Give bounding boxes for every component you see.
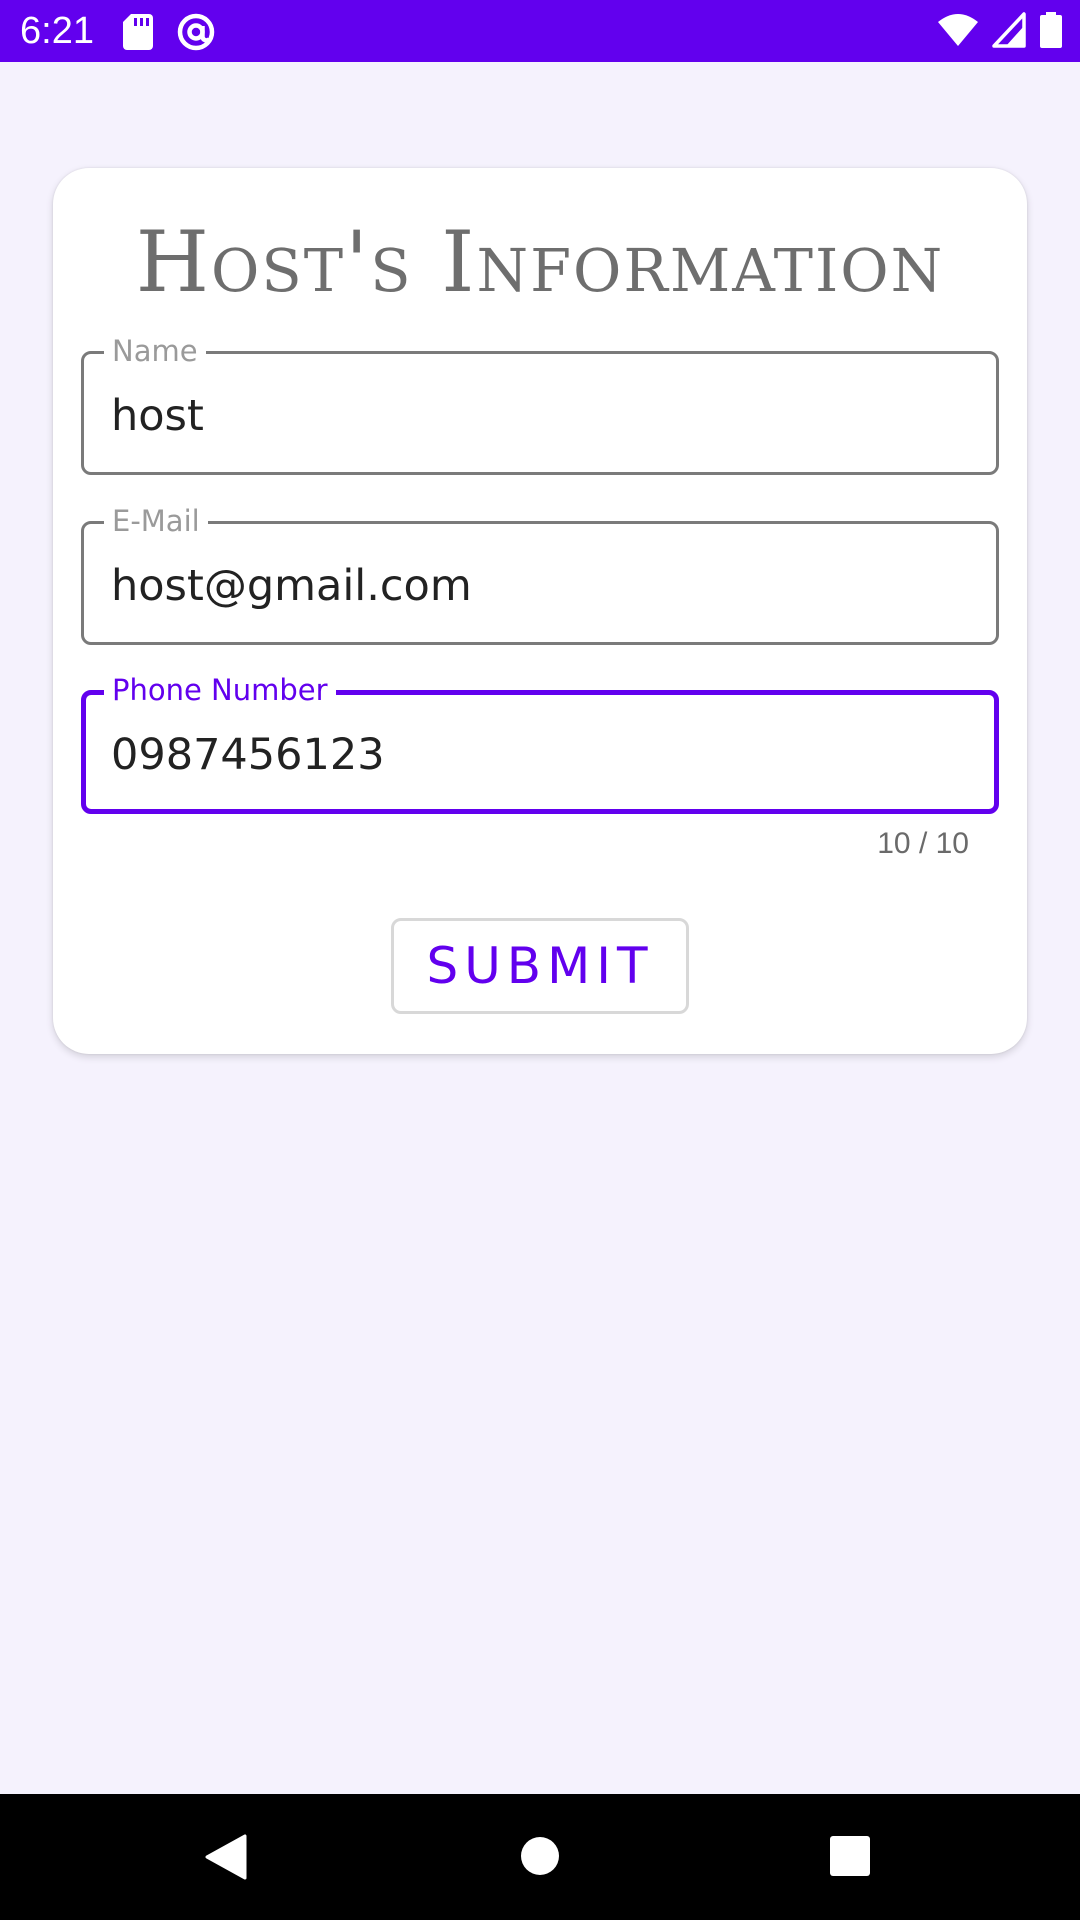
battery-icon (1040, 12, 1062, 52)
at-sign-notification-icon (177, 13, 215, 55)
phone-number-field[interactable]: Phone Number 0987456123 (81, 671, 999, 814)
status-right-icons (938, 12, 1062, 52)
email-field-value[interactable]: host@gmail.com (111, 560, 472, 612)
email-field-label: E-Mail (104, 502, 208, 540)
cell-signal-icon (992, 12, 1026, 52)
name-field-value[interactable]: host (111, 390, 204, 442)
name-field-label: Name (104, 332, 206, 370)
status-time: 6:21 (20, 10, 94, 52)
back-icon[interactable] (205, 1834, 247, 1884)
status-bar: 6:21 (0, 0, 1080, 62)
phone-character-counter: 10 / 10 (877, 827, 969, 860)
phone-number-field-label: Phone Number (104, 671, 336, 709)
page-title: Host's Information (135, 213, 945, 311)
wifi-icon (938, 12, 978, 52)
navigation-bar (0, 1794, 1080, 1920)
submit-button[interactable]: SUBMIT (391, 918, 689, 1014)
name-field[interactable]: Name host (81, 332, 999, 475)
home-icon[interactable] (520, 1836, 560, 1880)
phone-number-field-value[interactable]: 0987456123 (111, 729, 385, 781)
email-field[interactable]: E-Mail host@gmail.com (81, 502, 999, 645)
status-left-icons (123, 13, 215, 55)
recents-icon[interactable] (830, 1836, 870, 1880)
host-info-card: Host's Information Name host E-Mail host… (53, 168, 1027, 1054)
sd-card-icon (123, 14, 153, 54)
